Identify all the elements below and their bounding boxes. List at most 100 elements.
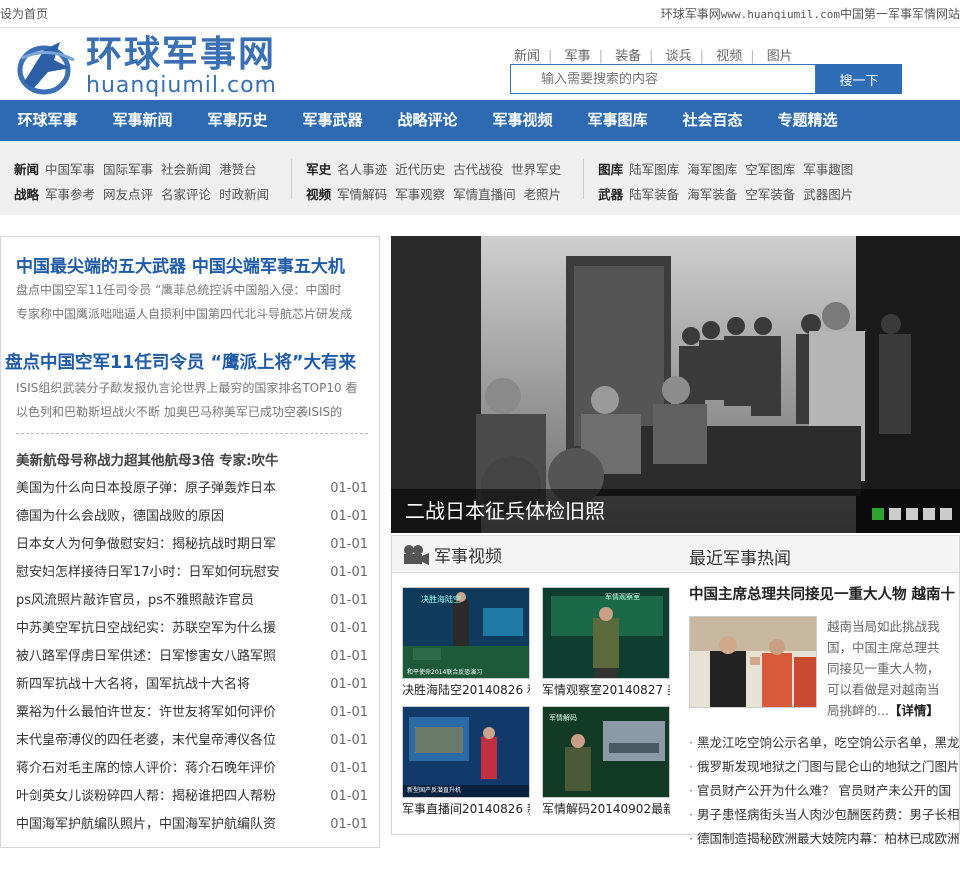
news-title[interactable]: 德国为什么会战败，德国战败的原因 <box>16 503 301 531</box>
hot-section-title[interactable]: 最近军事热闻 <box>689 544 791 569</box>
news-item[interactable]: 中苏美空军抗日空战纪实：苏联空军为什么援 01-01 <box>16 615 368 643</box>
news-title[interactable]: 粟裕为什么最怕许世友：许世友将军如何评价 <box>16 699 301 727</box>
nav-weapons[interactable]: 军事武器 <box>285 100 380 141</box>
news-item[interactable]: 慰安妇怎样接待日军17小时：日军如何玩慰安 01-01 <box>16 559 368 587</box>
subnav-link[interactable]: 军情直播间 <box>453 187 516 202</box>
subnav-link[interactable]: 社会新闻 <box>161 162 211 177</box>
news-item[interactable]: 粟裕为什么最怕许世友：许世友将军如何评价 01-01 <box>16 699 368 727</box>
subnav-link[interactable]: 军事观察 <box>395 187 445 202</box>
hot-list-item[interactable]: 男子患怪病街头当人肉沙包酬医药费：男子长相 <box>689 803 959 827</box>
top-headline-1[interactable]: 中国最尖端的五大武器 中国尖端军事五大机 <box>16 252 345 277</box>
news-item[interactable]: ps风流照片敲诈官员，ps不雅照敲诈官员 01-01 <box>16 587 368 615</box>
news-title[interactable]: 中国海军护航编队照片，中国海军护航编队资 <box>16 811 301 839</box>
nav-video[interactable]: 军事视频 <box>475 100 570 141</box>
news-title[interactable]: ps风流照片敲诈官员，ps不雅照敲诈官员 <box>16 587 301 615</box>
video-caption[interactable]: 决胜海陆空20140826 和 <box>402 681 530 698</box>
sub-headline[interactable]: 专家称中国鹰派咄咄逼人自损利 <box>16 305 184 322</box>
subnav-link[interactable]: 空军图库 <box>745 162 795 177</box>
hot-list-item[interactable]: 官员财产公开为什么难？ 官员财产未公开的国 <box>689 779 959 803</box>
quicklink-talk[interactable]: 谈兵 <box>666 49 692 64</box>
news-title[interactable]: 慰安妇怎样接待日军17小时：日军如何玩慰安 <box>16 559 301 587</box>
subnav-link[interactable]: 近代历史 <box>395 162 445 177</box>
news-item[interactable]: 新四军抗战十大名将，国军抗战十大名将 01-01 <box>16 671 368 699</box>
video-thumbnail[interactable]: 军情解码 <box>542 706 670 798</box>
top-headline-2[interactable]: 盘点中国空军11任司令员 “鹰派上将”大有来 <box>5 349 356 374</box>
video-card[interactable]: 新型国产反潜直升机 军事直播间20140826 新 <box>402 706 542 817</box>
quicklink-military[interactable]: 军事 <box>565 49 591 64</box>
sub-headline[interactable]: 世界上最穷的国家排名TOP10 看 <box>182 379 357 396</box>
news-title[interactable]: 蒋介石对毛主席的惊人评价：蒋介石晚年评价 <box>16 755 301 783</box>
subnav-link[interactable]: 时政新闻 <box>219 187 269 202</box>
news-title[interactable]: 叶剑英女儿谈粉碎四人帮：揭秘谁把四人帮粉 <box>16 783 301 811</box>
sub-headline[interactable]: 盘点中国空军11任司令员 “鹰 <box>16 281 173 298</box>
video-card[interactable]: 决胜海陆空 和平使命2014联合反恐演习 决胜海陆空20140826 和 <box>402 587 542 698</box>
subnav-link[interactable]: 军情解码 <box>337 187 387 202</box>
news-title[interactable]: 中苏美空军抗日空战纪实：苏联空军为什么援 <box>16 615 301 643</box>
news-item[interactable]: 被八路军俘虏日军供述：日军惨害女八路军照 01-01 <box>16 643 368 671</box>
subnav-link[interactable]: 世界军史 <box>511 162 561 177</box>
hot-news-image[interactable] <box>689 616 817 708</box>
subnav-link[interactable]: 军事趣图 <box>803 162 853 177</box>
news-item[interactable]: 叶剑英女儿谈粉碎四人帮：揭秘谁把四人帮粉 01-01 <box>16 783 368 811</box>
video-caption[interactable]: 军事直播间20140826 新 <box>402 800 530 817</box>
subnav-link[interactable]: 海军装备 <box>687 187 737 202</box>
news-item[interactable]: 末代皇帝溥仪的四任老婆，末代皇帝溥仪各位 01-01 <box>16 727 368 755</box>
subnav-link[interactable]: 空军装备 <box>745 187 795 202</box>
sub-headline[interactable]: ISIS组织武装分子歃发报仇言论 <box>16 379 182 396</box>
slider-dot[interactable] <box>872 508 884 520</box>
quicklink-news[interactable]: 新闻 <box>514 49 540 64</box>
news-title[interactable]: 日本女人为何争做慰安妇：揭秘抗战时期日军 <box>16 531 301 559</box>
video-thumbnail[interactable]: 新型国产反潜直升机 <box>402 706 530 798</box>
news-title[interactable]: 新四军抗战十大名将，国军抗战十大名将 <box>16 671 301 699</box>
slider-dot[interactable] <box>940 508 952 520</box>
news-item[interactable]: 美国为什么向日本投原子弹：原子弹轰炸日本 01-01 <box>16 475 368 503</box>
subnav-link[interactable]: 陆军装备 <box>629 187 679 202</box>
photo-slider[interactable]: 二战日本征兵体检旧照 <box>391 236 960 533</box>
nav-specials[interactable]: 专题精选 <box>760 100 855 141</box>
quicklink-video[interactable]: 视频 <box>716 49 742 64</box>
quicklink-equipment[interactable]: 装备 <box>615 49 641 64</box>
nav-gallery[interactable]: 军事图库 <box>570 100 665 141</box>
video-card[interactable]: 军情观察室 军情观察室20140827 美 <box>542 587 682 698</box>
video-thumbnail[interactable]: 军情观察室 <box>542 587 670 679</box>
video-section-title[interactable]: 军事视频 <box>402 542 502 567</box>
sub-headline[interactable]: 以色列和巴勒斯坦战火不断 加 <box>16 403 176 420</box>
sub-headline[interactable]: 中国第四代北斗导航芯片研发成 <box>184 305 352 322</box>
detail-link[interactable]: 【详情】 <box>889 703 939 718</box>
sub-headline[interactable]: 奥巴马称美军已成功空袭ISIS的 <box>176 403 342 420</box>
subnav-link[interactable]: 国际军事 <box>103 162 153 177</box>
hot-list-item[interactable]: 黑龙江吃空饷公示名单，吃空饷公示名单，黑龙 <box>689 731 959 755</box>
subnav-link[interactable]: 陆军图库 <box>629 162 679 177</box>
news-title[interactable]: 末代皇帝溥仪的四任老婆，末代皇帝溥仪各位 <box>16 727 301 755</box>
news-item[interactable]: 日本女人为何争做慰安妇：揭秘抗战时期日军 01-01 <box>16 531 368 559</box>
hot-list-item[interactable]: 德国制造揭秘欧洲最大妓院内幕：柏林已成欧洲 <box>689 827 959 851</box>
set-homepage-link[interactable]: 设为首页 <box>0 5 48 22</box>
video-card[interactable]: 军情解码 军情解码20140902最新 <box>542 706 682 817</box>
subnav-link[interactable]: 武器图片 <box>803 187 853 202</box>
subnav-link[interactable]: 名人事迹 <box>337 162 387 177</box>
news-item[interactable]: 中国海军护航编队照片，中国海军护航编队资 01-01 <box>16 811 368 839</box>
slider-dot[interactable] <box>923 508 935 520</box>
quicklink-images[interactable]: 图片 <box>767 49 793 64</box>
hot-news-title[interactable]: 美新航母号称战力超其他航母3倍 专家:吹牛 <box>16 449 279 469</box>
subnav-link[interactable]: 古代战役 <box>453 162 503 177</box>
search-button[interactable]: 搜一下 <box>816 64 902 94</box>
subnav-link[interactable]: 名家评论 <box>161 187 211 202</box>
subnav-link[interactable]: 网友点评 <box>103 187 153 202</box>
hot-news-headline[interactable]: 中国主席总理共同接见一重大人物 越南十 <box>689 583 959 604</box>
hot-list-item[interactable]: 俄罗斯发现地狱之门图与昆仑山的地狱之门图片 <box>689 755 959 779</box>
news-item[interactable]: 蒋介石对毛主席的惊人评价：蒋介石晚年评价 01-01 <box>16 755 368 783</box>
subnav-link[interactable]: 老照片 <box>524 187 562 202</box>
subnav-link[interactable]: 中国军事 <box>45 162 95 177</box>
news-item[interactable]: 德国为什么会战败，德国战败的原因 01-01 <box>16 503 368 531</box>
video-caption[interactable]: 军情解码20140902最新 <box>542 800 670 817</box>
subnav-link[interactable]: 港赞台 <box>219 162 257 177</box>
subnav-link[interactable]: 军事参考 <box>45 187 95 202</box>
nav-society[interactable]: 社会百态 <box>665 100 760 141</box>
video-thumbnail[interactable]: 决胜海陆空 和平使命2014联合反恐演习 <box>402 587 530 679</box>
slider-dot[interactable] <box>889 508 901 520</box>
subnav-link[interactable]: 海军图库 <box>687 162 737 177</box>
news-title[interactable]: 被八路军俘虏日军供述：日军惨害女八路军照 <box>16 643 301 671</box>
sub-headline[interactable]: 菲总统控诉中国船入侵：中国时 <box>173 281 341 298</box>
news-title[interactable]: 美国为什么向日本投原子弹：原子弹轰炸日本 <box>16 475 301 503</box>
